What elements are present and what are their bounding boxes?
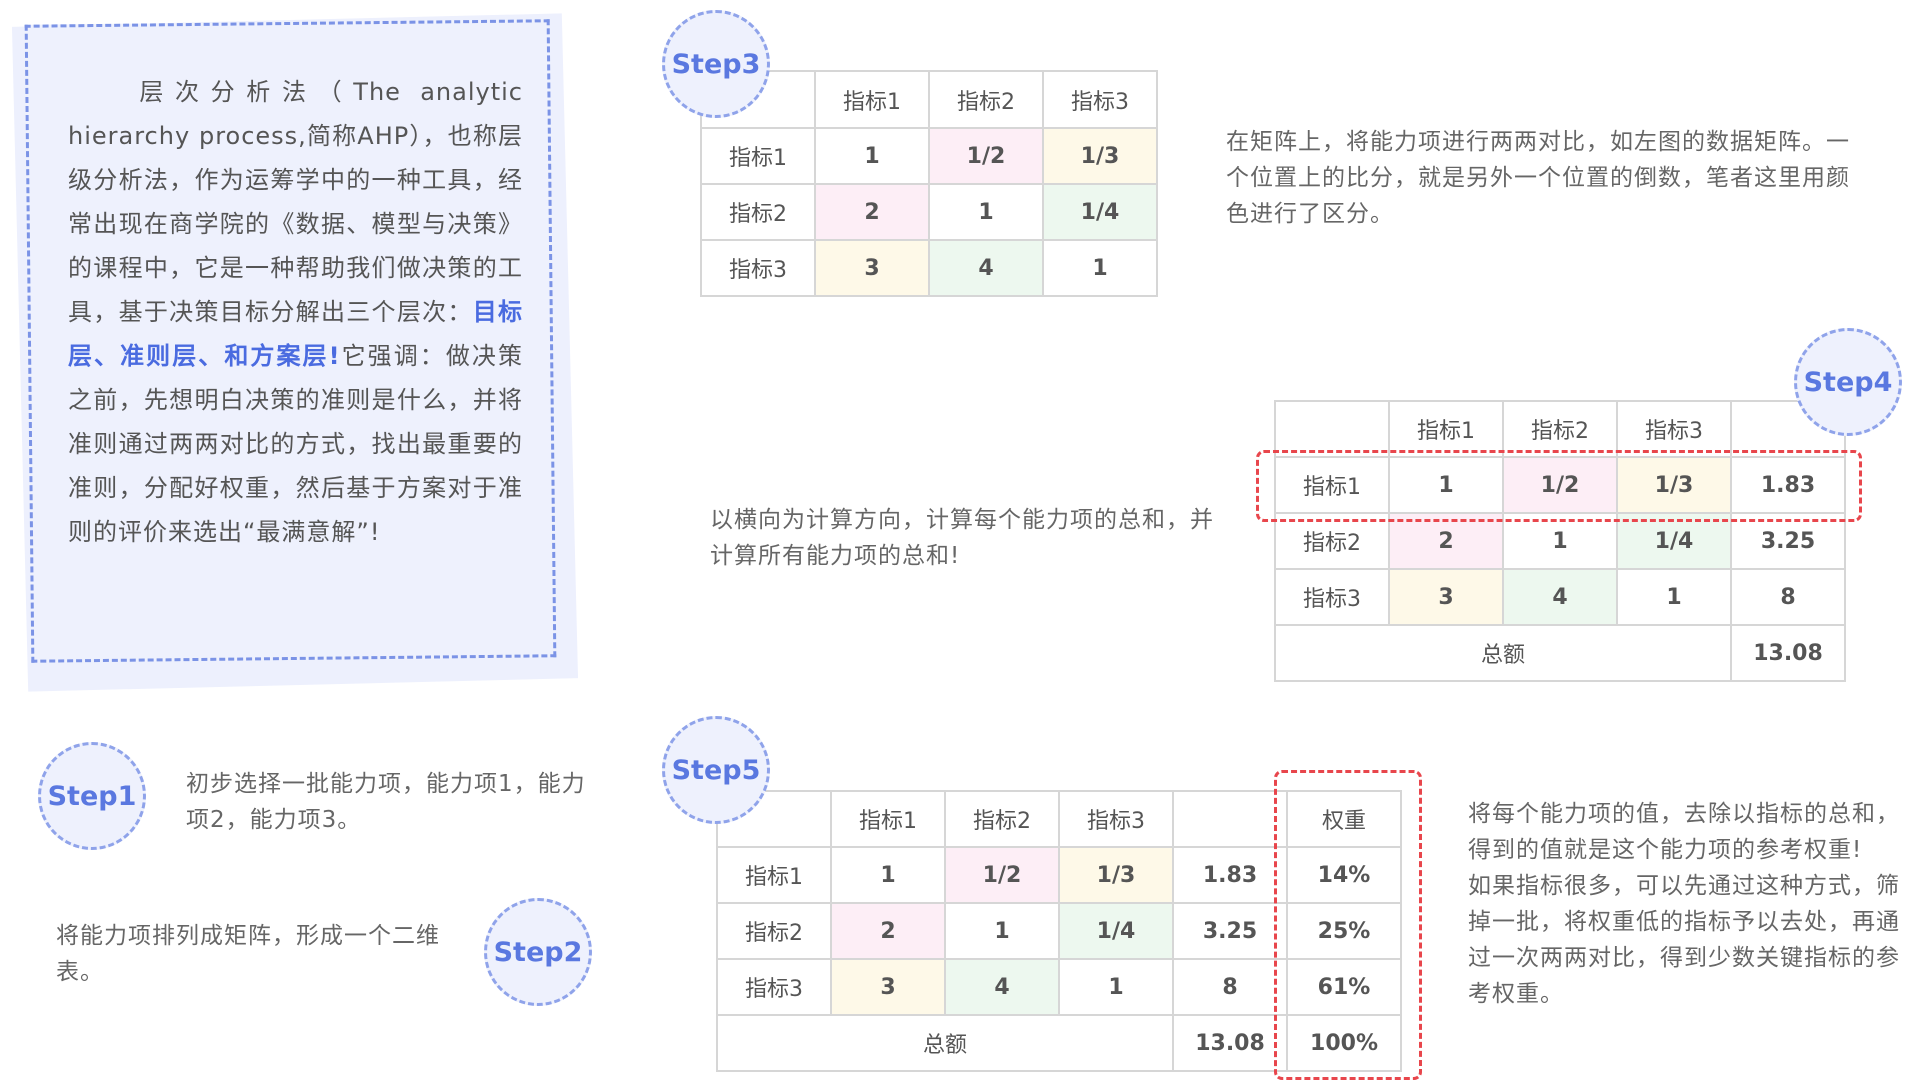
- col-header: 指标2: [944, 790, 1060, 848]
- row-header: 指标1: [716, 846, 832, 904]
- cell: 4: [1502, 568, 1618, 626]
- cell: 1: [1042, 239, 1158, 297]
- cell: 2: [830, 902, 946, 960]
- cell: 1: [1616, 568, 1732, 626]
- step3-text: 在矩阵上，将能力项进行两两对比，如左图的数据矩阵。一个位置上的比分，就是另外一个…: [1226, 129, 1850, 227]
- cell: 4: [944, 958, 1060, 1016]
- row-header: 指标2: [716, 902, 832, 960]
- step4-badge: Step4: [1794, 328, 1902, 436]
- step2-text: 将能力项排列成矩阵，形成一个二维表。: [56, 923, 440, 985]
- sum-header-cell: [1172, 790, 1288, 848]
- cell: 1: [928, 183, 1044, 241]
- col-header: 指标2: [1502, 400, 1618, 458]
- grand-total: 13.08: [1730, 624, 1846, 682]
- row-header: 指标1: [700, 127, 816, 185]
- cell: 1: [830, 846, 946, 904]
- cell: 4: [928, 239, 1044, 297]
- cell: 3: [1388, 568, 1504, 626]
- row-header: 指标3: [716, 958, 832, 1016]
- col-header: 指标2: [928, 70, 1044, 129]
- step5-text: 将每个能力项的值，去除以指标的总和，得到的值就是这个能力项的参考权重! 如果指标…: [1468, 796, 1916, 1012]
- grand-total: 13.08: [1172, 1014, 1288, 1072]
- col-header: 指标1: [814, 70, 930, 129]
- cell: 1: [814, 127, 930, 185]
- intro-part1: 层次分析法（The analytic hierarchy process,简称A…: [68, 78, 523, 326]
- cell: 3: [814, 239, 930, 297]
- cell: 1/2: [944, 846, 1060, 904]
- cell: 1/3: [1058, 846, 1174, 904]
- cell: 2: [814, 183, 930, 241]
- intro-text: 层次分析法（The analytic hierarchy process,简称A…: [68, 70, 523, 554]
- total-label: 总额: [716, 1014, 1174, 1072]
- col-header: 指标1: [1388, 400, 1504, 458]
- cell: 1/4: [1042, 183, 1158, 241]
- step4-sum-table: 指标1 指标2 指标3 指标1 1 1/2 1/3 1.83 指标2 2 1 1…: [1274, 400, 1846, 682]
- cell: 1/3: [1042, 127, 1158, 185]
- row-sum: 8: [1730, 568, 1846, 626]
- step1-text: 初步选择一批能力项，能力项1，能力项2，能力项3。: [186, 771, 586, 833]
- cell: 3: [830, 958, 946, 1016]
- step3-matrix-table: 指标1 指标2 指标3 指标1 1 1/2 1/3 指标2 2 1 1/4 指标…: [700, 70, 1158, 297]
- col-header: 指标1: [830, 790, 946, 848]
- cell: 1/4: [1058, 902, 1174, 960]
- row-header: 指标3: [1274, 568, 1390, 626]
- weight-column-highlight-box: [1274, 770, 1422, 1080]
- cell: 1/2: [928, 127, 1044, 185]
- row-header: 指标3: [700, 239, 816, 297]
- step5-text-a: 将每个能力项的值，去除以指标的总和，得到的值就是这个能力项的参考权重!: [1468, 801, 1900, 863]
- step2-badge: Step2: [484, 898, 592, 1006]
- cell: 1: [1058, 958, 1174, 1016]
- row-sum: 1.83: [1172, 846, 1288, 904]
- total-label: 总额: [1274, 624, 1732, 682]
- step5-badge: Step5: [662, 716, 770, 824]
- step5-text-b: 如果指标很多，可以先通过这种方式，筛掉一批，将权重低的指标予以去处，再通过一次两…: [1468, 873, 1900, 1007]
- col-header: 指标3: [1616, 400, 1732, 458]
- row-highlight-box: [1256, 450, 1862, 522]
- row-sum: 3.25: [1172, 902, 1288, 960]
- row-sum: 8: [1172, 958, 1288, 1016]
- step3-badge: Step3: [662, 10, 770, 118]
- step1-badge: Step1: [38, 742, 146, 850]
- step4-text: 以横向为计算方向，计算每个能力项的总和，并计算所有能力项的总和!: [710, 507, 1214, 569]
- col-header: 指标3: [1042, 70, 1158, 129]
- intro-part2: 它强调：做决策之前，先想明白决策的准则是什么，并将准则通过两两对比的方式，找出最…: [68, 342, 523, 546]
- corner-cell: [1274, 400, 1390, 458]
- row-header: 指标2: [700, 183, 816, 241]
- col-header: 指标3: [1058, 790, 1174, 848]
- cell: 1: [944, 902, 1060, 960]
